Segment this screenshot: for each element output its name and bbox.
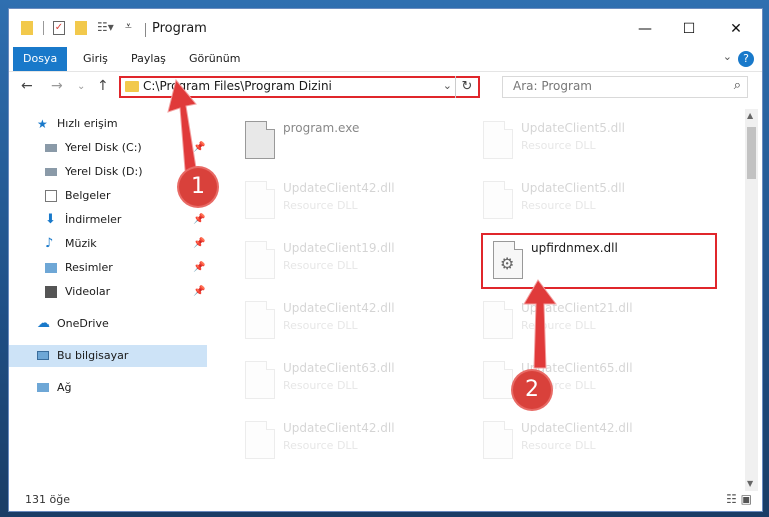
refresh-icon[interactable]: ↻	[455, 76, 478, 98]
minimize-button[interactable]: —	[623, 15, 667, 43]
star-icon: ★	[37, 117, 48, 131]
window-title: Program	[152, 21, 207, 36]
status-bar: 131 öğe ☷ ▣	[9, 489, 762, 511]
sidebar-item-network[interactable]: Ağ	[9, 377, 207, 399]
sidebar-item-videos[interactable]: Videolar 📌	[9, 281, 207, 303]
quick-access-dropdown-icon[interactable]: ⩡	[125, 19, 132, 34]
dll-icon	[483, 301, 513, 339]
dll-icon	[483, 181, 513, 219]
pin-icon[interactable]: 📌	[193, 281, 205, 303]
large-icons-view-icon[interactable]: ▣	[741, 492, 752, 506]
music-icon: ♪	[45, 236, 54, 251]
close-button[interactable]: ✕	[714, 15, 758, 43]
folder-icon[interactable]	[21, 21, 33, 35]
sidebar-item-local-disk-d[interactable]: Yerel Disk (D:)	[9, 161, 207, 183]
title-bar: ✓ ☷▾ ⩡ Program — ☐ ✕	[9, 9, 762, 47]
scroll-down-icon[interactable]: ▼	[747, 479, 753, 488]
sidebar-item-this-pc[interactable]: Bu bilgisayar	[9, 345, 207, 367]
search-placeholder[interactable]: Ara: Program	[513, 79, 592, 93]
file-item[interactable]: UpdateClient63.dll Resource DLL	[233, 357, 463, 409]
navigation-pane: ★ Hızlı erişim Yerel Disk (C:) 📌 Yerel D…	[9, 109, 207, 469]
title-separator	[145, 23, 146, 37]
download-icon: ⬇	[45, 212, 56, 227]
tab-paylas[interactable]: Paylaş	[121, 47, 176, 71]
tab-gorunum[interactable]: Görünüm	[179, 47, 250, 71]
ribbon-tabs: Dosya Giriş Paylaş Görünüm ⌄ ?	[9, 47, 762, 72]
address-dropdown-icon[interactable]: ⌄	[443, 79, 452, 92]
sidebar-item-onedrive[interactable]: ☁ OneDrive	[9, 313, 207, 335]
tab-giris[interactable]: Giriş	[73, 47, 118, 71]
scrollbar-thumb[interactable]	[747, 127, 756, 179]
file-item[interactable]: UpdateClient42.dll Resource DLL	[471, 417, 701, 469]
search-box[interactable]: Ara: Program ⌕	[502, 76, 748, 98]
sidebar-item-local-disk-c[interactable]: Yerel Disk (C:) 📌	[9, 137, 207, 159]
dll-icon	[483, 121, 513, 159]
sidebar-item-quick-access[interactable]: ★ Hızlı erişim	[9, 113, 207, 135]
customize-toolbar-icon[interactable]: ☷▾	[97, 20, 114, 34]
maximize-button[interactable]: ☐	[667, 15, 711, 43]
computer-icon	[37, 351, 49, 360]
dll-icon	[483, 361, 513, 399]
sidebar-item-pictures[interactable]: Resimler 📌	[9, 257, 207, 279]
vertical-scrollbar[interactable]: ▲ ▼	[745, 109, 758, 491]
dll-icon	[245, 301, 275, 339]
dll-icon	[245, 181, 275, 219]
explorer-window: ✓ ☷▾ ⩡ Program — ☐ ✕ Dosya Giriş Paylaş …	[8, 8, 763, 512]
item-count: 131 öğe	[25, 493, 70, 506]
address-path[interactable]: C:\Program Files\Program Dizini	[143, 79, 332, 93]
drive-icon	[45, 144, 57, 152]
target-file-highlight	[481, 233, 717, 289]
step-2-badge: 2	[513, 371, 551, 409]
file-item[interactable]: UpdateClient5.dll Resource DLL	[471, 117, 701, 169]
dll-icon	[245, 361, 275, 399]
sidebar-item-music[interactable]: ♪ Müzik 📌	[9, 233, 207, 255]
forward-icon[interactable]: →	[51, 78, 63, 94]
help-icon[interactable]: ?	[738, 51, 754, 67]
file-item[interactable]: UpdateClient42.dll Resource DLL	[233, 177, 463, 229]
pin-icon[interactable]: 📌	[193, 209, 205, 231]
drive-icon	[45, 168, 57, 176]
pin-icon[interactable]: 📌	[193, 137, 205, 159]
step-1-badge: 1	[179, 168, 217, 206]
dll-icon	[483, 421, 513, 459]
file-item-program-exe[interactable]: program.exe	[233, 117, 463, 169]
folder-icon	[125, 81, 139, 92]
separator	[43, 21, 44, 35]
sidebar-item-documents[interactable]: Belgeler	[9, 185, 207, 207]
dll-icon	[245, 421, 275, 459]
expand-ribbon-icon[interactable]: ⌄	[723, 50, 732, 63]
dll-icon	[245, 241, 275, 279]
recent-locations-icon[interactable]: ⌄	[77, 81, 85, 92]
file-list: program.exe UpdateClient5.dll Resource D…	[219, 109, 739, 474]
file-item[interactable]: UpdateClient21.dll Resource DLL	[471, 297, 701, 349]
pin-icon[interactable]: 📌	[193, 233, 205, 255]
details-view-icon[interactable]: ☷	[726, 492, 737, 506]
cloud-icon: ☁	[37, 316, 50, 331]
file-item[interactable]: UpdateClient5.dll Resource DLL	[471, 177, 701, 229]
address-bar[interactable]: C:\Program Files\Program Dizini ⌄ ↻	[119, 76, 480, 98]
pin-icon[interactable]: 📌	[193, 257, 205, 279]
document-icon	[45, 190, 57, 202]
video-icon	[45, 286, 57, 298]
scroll-up-icon[interactable]: ▲	[747, 111, 753, 120]
network-icon	[37, 383, 49, 392]
file-item[interactable]: UpdateClient65.dll Resource DLL	[471, 357, 701, 409]
tab-dosya[interactable]: Dosya	[13, 47, 68, 71]
new-folder-icon[interactable]	[75, 21, 87, 35]
file-item[interactable]: UpdateClient42.dll Resource DLL	[233, 297, 463, 349]
pictures-icon	[45, 263, 57, 273]
properties-icon[interactable]: ✓	[53, 21, 65, 35]
up-icon[interactable]: ↑	[97, 78, 109, 94]
back-icon[interactable]: ←	[21, 78, 33, 94]
search-icon[interactable]: ⌕	[734, 78, 741, 93]
file-item[interactable]: UpdateClient42.dll Resource DLL	[233, 417, 463, 469]
navigation-bar: ← → ⌄ ↑ C:\Program Files\Program Dizini …	[9, 72, 762, 102]
view-toggle[interactable]: ☷ ▣	[726, 492, 752, 506]
file-item[interactable]: UpdateClient19.dll Resource DLL	[233, 237, 463, 289]
sidebar-item-downloads[interactable]: ⬇ İndirmeler 📌	[9, 209, 207, 231]
exe-icon	[245, 121, 275, 159]
